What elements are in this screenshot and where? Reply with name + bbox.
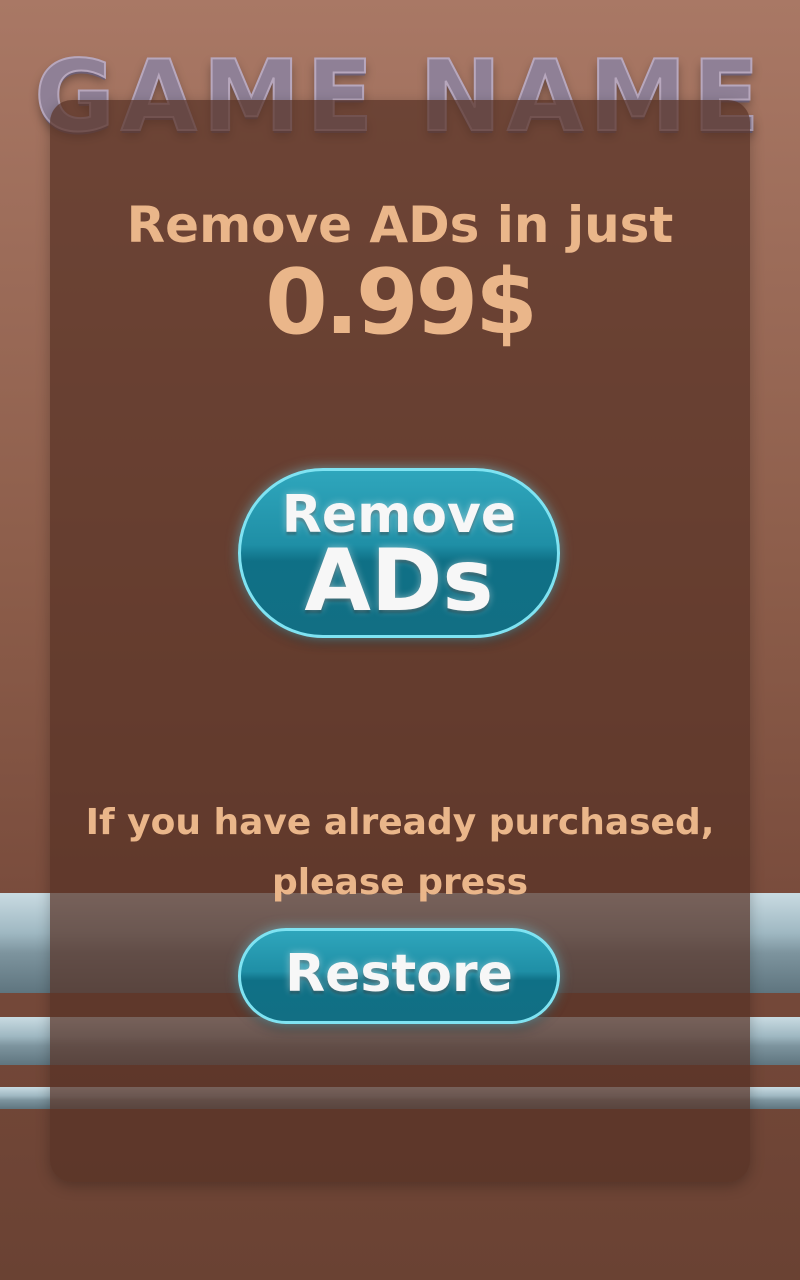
- restore-info-line2: please press: [272, 862, 528, 903]
- remove-ads-button-label-bottom: ADs: [304, 531, 494, 631]
- restore-button[interactable]: Restore: [238, 928, 560, 1024]
- offer-price: 0.99$: [265, 250, 538, 355]
- remove-ads-panel: Remove ADs in just 0.99$ Remove ADs If y…: [50, 100, 750, 1182]
- offer-headline: Remove ADs in just: [126, 196, 674, 254]
- restore-info-line1: If you have already purchased,: [85, 802, 715, 843]
- restore-button-label: Restore: [285, 944, 513, 1004]
- remove-ads-button[interactable]: Remove ADs: [238, 468, 560, 638]
